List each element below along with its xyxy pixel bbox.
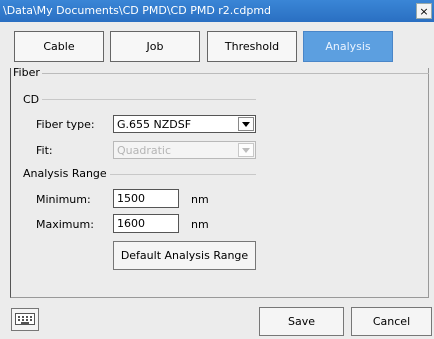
fit-label: Fit:	[36, 144, 53, 157]
cancel-button[interactable]: Cancel	[351, 307, 432, 336]
keyboard-icon	[15, 313, 35, 325]
cd-divider	[38, 99, 256, 100]
analysis-range-label: Analysis Range	[23, 167, 110, 180]
fiber-type-select[interactable]: G.655 NZDSF	[113, 115, 256, 133]
fiber-type-value: G.655 NZDSF	[117, 118, 192, 131]
maximum-input[interactable]: 1600	[113, 214, 179, 233]
maximum-label: Maximum:	[36, 218, 94, 231]
tab-analysis[interactable]: Analysis	[303, 31, 393, 62]
fiber-group-legend: Fiber	[12, 66, 41, 79]
chevron-down-icon	[238, 143, 254, 157]
tab-cable[interactable]: Cable	[14, 31, 104, 62]
fiber-type-label: Fiber type:	[36, 118, 95, 131]
fit-select: Quadratic	[113, 141, 256, 159]
close-icon[interactable]: ×	[416, 3, 432, 19]
default-analysis-range-button[interactable]: Default Analysis Range	[113, 241, 256, 270]
fiber-group-top-border	[42, 73, 429, 74]
minimum-label: Minimum:	[36, 193, 91, 206]
cd-group-label: CD	[23, 93, 43, 106]
fit-value: Quadratic	[117, 144, 172, 157]
minimum-unit: nm	[191, 193, 209, 206]
maximum-unit: nm	[191, 218, 209, 231]
keyboard-button[interactable]	[11, 308, 39, 331]
tab-job[interactable]: Job	[110, 31, 200, 62]
title-bar: \Data\My Documents\CD PMD\CD PMD r2.cdpm…	[0, 0, 434, 22]
save-button[interactable]: Save	[259, 307, 344, 336]
tab-threshold[interactable]: Threshold	[207, 31, 297, 62]
window-title: \Data\My Documents\CD PMD\CD PMD r2.cdpm…	[3, 4, 272, 17]
chevron-down-icon[interactable]	[238, 117, 254, 131]
analysis-range-divider	[100, 174, 256, 175]
minimum-input[interactable]: 1500	[113, 189, 179, 208]
